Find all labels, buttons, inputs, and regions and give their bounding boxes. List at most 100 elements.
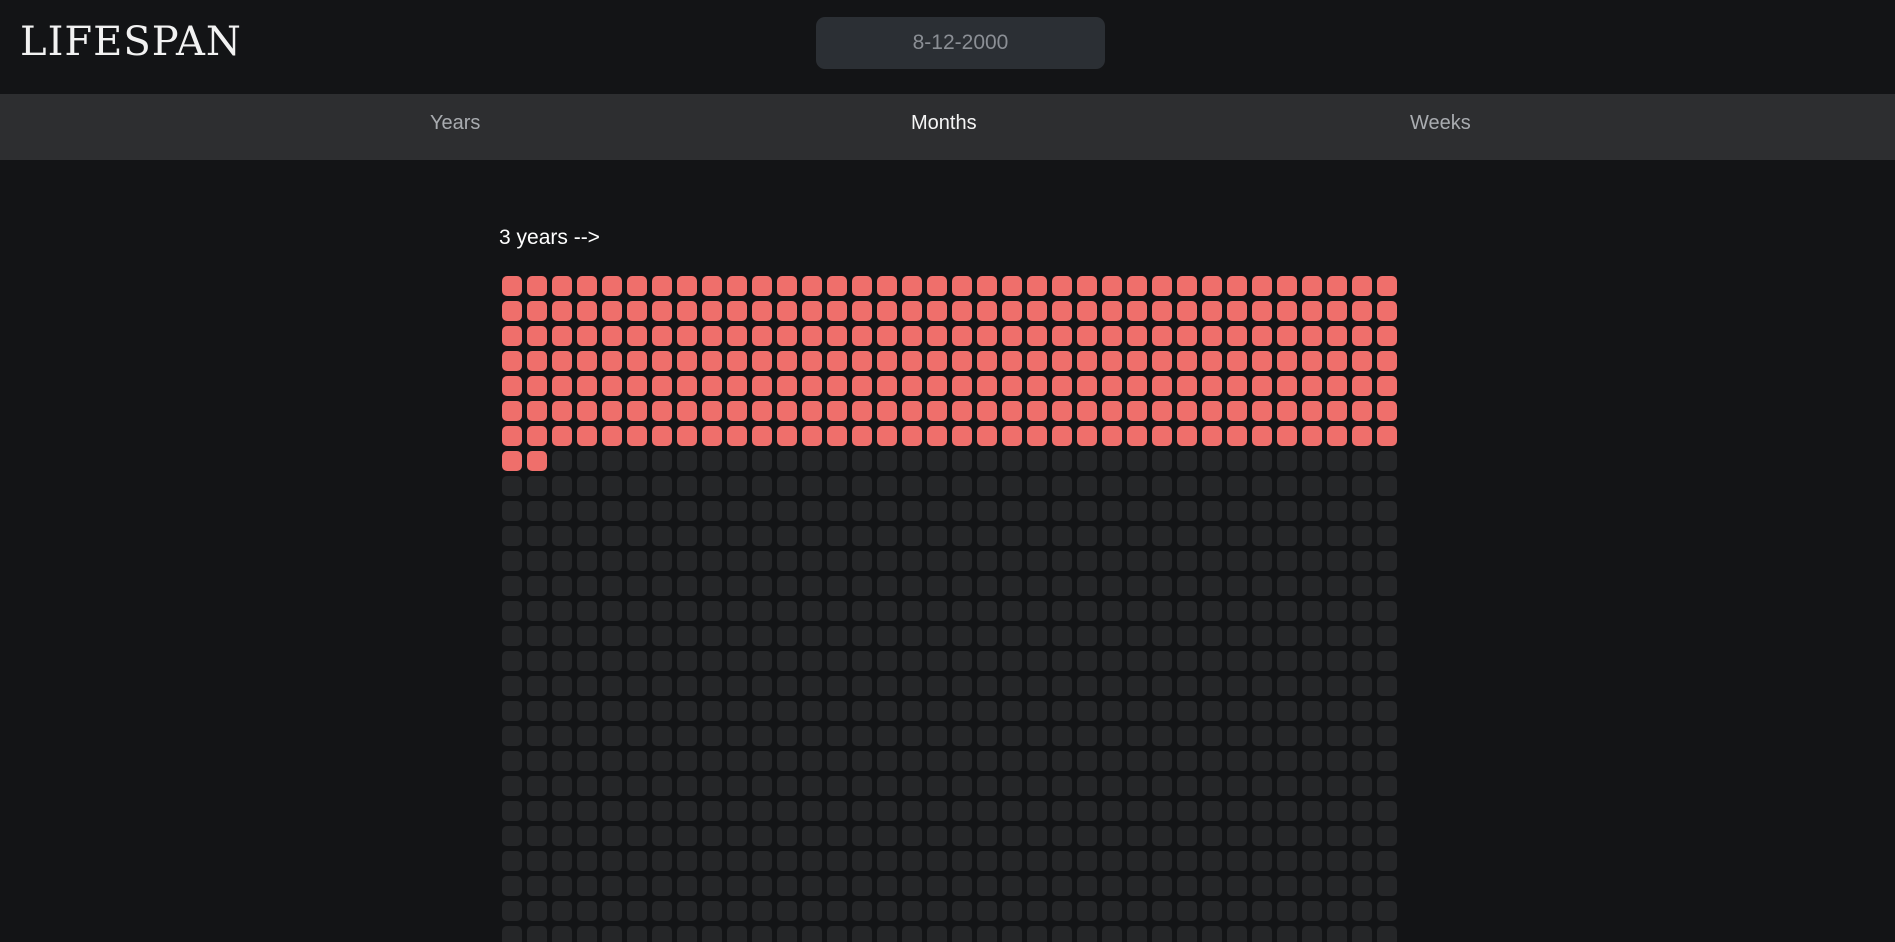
month-cell-remaining — [902, 551, 922, 571]
month-cell-remaining — [977, 826, 997, 846]
month-cell-remaining — [1177, 826, 1197, 846]
month-cell-lived — [1302, 326, 1322, 346]
month-cell-remaining — [1152, 876, 1172, 896]
month-cell-remaining — [1227, 701, 1247, 721]
month-cell-lived — [702, 276, 722, 296]
month-cell-remaining — [1002, 826, 1022, 846]
month-cell-lived — [1152, 376, 1172, 396]
month-cell-remaining — [1102, 526, 1122, 546]
month-cell-remaining — [1277, 826, 1297, 846]
month-cell-remaining — [777, 501, 797, 521]
month-cell-remaining — [527, 726, 547, 746]
month-cell-remaining — [827, 451, 847, 471]
month-cell-remaining — [1227, 651, 1247, 671]
month-cell-lived — [1377, 326, 1397, 346]
month-cell-remaining — [1002, 926, 1022, 942]
month-cell-remaining — [752, 476, 772, 496]
month-cell-remaining — [602, 801, 622, 821]
month-cell-remaining — [1152, 451, 1172, 471]
tab-years[interactable]: Years — [430, 94, 480, 160]
tab-months[interactable]: Months — [911, 94, 977, 160]
month-cell-remaining — [1377, 826, 1397, 846]
month-cell-remaining — [1302, 801, 1322, 821]
month-cell-remaining — [1327, 701, 1347, 721]
month-cell-remaining — [577, 501, 597, 521]
month-cell-remaining — [727, 576, 747, 596]
month-cell-lived — [1077, 376, 1097, 396]
month-cell-lived — [677, 326, 697, 346]
month-cell-lived — [1002, 426, 1022, 446]
month-cell-remaining — [577, 726, 597, 746]
month-cell-remaining — [902, 726, 922, 746]
month-cell-remaining — [1352, 626, 1372, 646]
month-cell-lived — [952, 276, 972, 296]
month-cell-remaining — [877, 451, 897, 471]
month-cell-lived — [1202, 426, 1222, 446]
month-cell-lived — [1002, 376, 1022, 396]
month-cell-remaining — [1227, 576, 1247, 596]
month-cell-remaining — [1327, 726, 1347, 746]
month-cell-remaining — [852, 451, 872, 471]
month-cell-remaining — [977, 526, 997, 546]
month-cell-remaining — [852, 551, 872, 571]
month-cell-remaining — [652, 576, 672, 596]
month-cell-remaining — [602, 826, 622, 846]
month-cell-remaining — [952, 626, 972, 646]
month-cell-remaining — [1202, 476, 1222, 496]
month-cell-remaining — [702, 601, 722, 621]
month-cell-remaining — [1027, 801, 1047, 821]
month-cell-remaining — [902, 451, 922, 471]
month-cell-remaining — [777, 801, 797, 821]
month-cell-remaining — [852, 601, 872, 621]
month-cell-remaining — [1377, 651, 1397, 671]
month-cell-remaining — [1352, 926, 1372, 942]
month-cell-remaining — [1102, 576, 1122, 596]
month-cell-lived — [752, 326, 772, 346]
month-cell-remaining — [1177, 526, 1197, 546]
month-cell-remaining — [977, 451, 997, 471]
header-bar: LIFESPAN — [0, 0, 1895, 94]
month-cell-remaining — [1027, 476, 1047, 496]
month-cell-remaining — [952, 576, 972, 596]
month-cell-remaining — [1277, 751, 1297, 771]
month-cell-remaining — [802, 551, 822, 571]
month-cell-remaining — [602, 576, 622, 596]
month-cell-remaining — [1127, 551, 1147, 571]
month-cell-lived — [1177, 351, 1197, 371]
month-cell-remaining — [1077, 926, 1097, 942]
month-cell-lived — [552, 276, 572, 296]
month-cell-remaining — [627, 626, 647, 646]
month-cell-lived — [1052, 426, 1072, 446]
month-cell-remaining — [1277, 651, 1297, 671]
month-cell-remaining — [952, 751, 972, 771]
month-cell-lived — [727, 276, 747, 296]
month-cell-remaining — [527, 576, 547, 596]
month-cell-remaining — [752, 576, 772, 596]
month-cell-remaining — [1177, 476, 1197, 496]
tab-weeks[interactable]: Weeks — [1410, 94, 1471, 160]
month-cell-remaining — [1327, 451, 1347, 471]
month-cell-remaining — [1027, 726, 1047, 746]
month-cell-lived — [927, 401, 947, 421]
month-cell-lived — [527, 351, 547, 371]
month-cell-remaining — [677, 901, 697, 921]
month-cell-lived — [952, 426, 972, 446]
month-cell-remaining — [577, 651, 597, 671]
month-cell-remaining — [877, 826, 897, 846]
month-cell-lived — [702, 426, 722, 446]
month-cell-remaining — [502, 776, 522, 796]
month-cell-remaining — [827, 601, 847, 621]
birthdate-input[interactable] — [816, 17, 1105, 69]
month-cell-remaining — [1102, 476, 1122, 496]
month-cell-remaining — [652, 901, 672, 921]
month-cell-remaining — [902, 876, 922, 896]
month-cell-remaining — [1002, 651, 1022, 671]
month-cell-remaining — [877, 476, 897, 496]
month-cell-remaining — [877, 576, 897, 596]
month-cell-lived — [1177, 376, 1197, 396]
month-cell-remaining — [1027, 526, 1047, 546]
month-cell-remaining — [977, 651, 997, 671]
month-cell-remaining — [777, 901, 797, 921]
month-cell-lived — [502, 276, 522, 296]
month-cell-lived — [902, 276, 922, 296]
